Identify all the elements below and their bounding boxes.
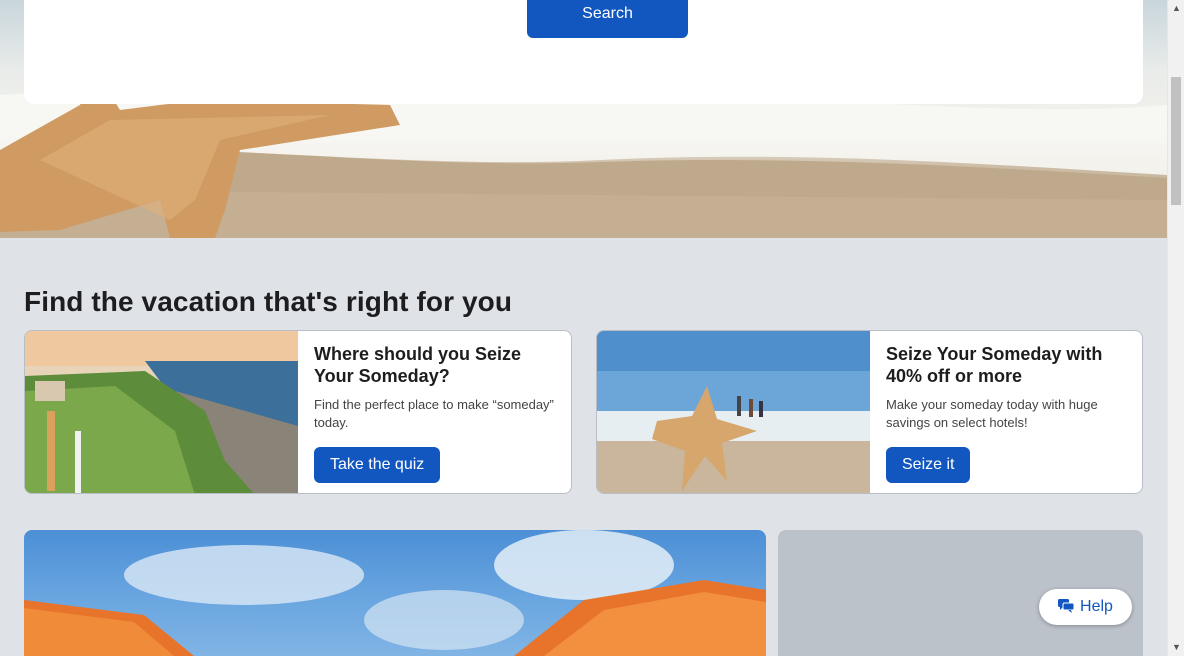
savings-card: Seize Your Someday with 40% off or more … xyxy=(596,330,1143,494)
coast-image xyxy=(25,331,298,493)
take-quiz-button[interactable]: Take the quiz xyxy=(314,447,441,483)
quiz-card: Where should you Seize Your Someday? Fin… xyxy=(24,330,572,494)
scroll-down-arrow-icon[interactable]: ▼ xyxy=(1172,643,1181,652)
section-title: Find the vacation that's right for you xyxy=(24,286,513,317)
card-title: Where should you Seize Your Someday? xyxy=(314,344,522,386)
search-button[interactable]: Search xyxy=(527,0,688,38)
umbrella-promo-image xyxy=(24,530,766,656)
help-button[interactable]: Help xyxy=(1039,589,1132,625)
starfish-beach-image xyxy=(597,331,870,493)
card-description: Find the perfect place to make “someday”… xyxy=(314,397,554,430)
help-label: Help xyxy=(1080,598,1113,615)
card-title: Seize Your Someday with 40% off or more xyxy=(886,344,1103,386)
card-body: Where should you Seize Your Someday? Fin… xyxy=(314,343,554,432)
scroll-up-arrow-icon[interactable]: ▲ xyxy=(1172,4,1181,13)
chat-icon xyxy=(1058,598,1075,616)
scroll-thumb[interactable] xyxy=(1171,77,1181,205)
card-body: Seize Your Someday with 40% off or more … xyxy=(886,343,1126,432)
hero-banner: Search xyxy=(0,0,1167,238)
seize-it-button[interactable]: Seize it xyxy=(886,447,971,483)
page-scrollbar[interactable]: ▲ ▼ xyxy=(1167,0,1184,656)
search-panel: Search xyxy=(24,0,1143,104)
card-description: Make your someday today with huge saving… xyxy=(886,397,1098,430)
